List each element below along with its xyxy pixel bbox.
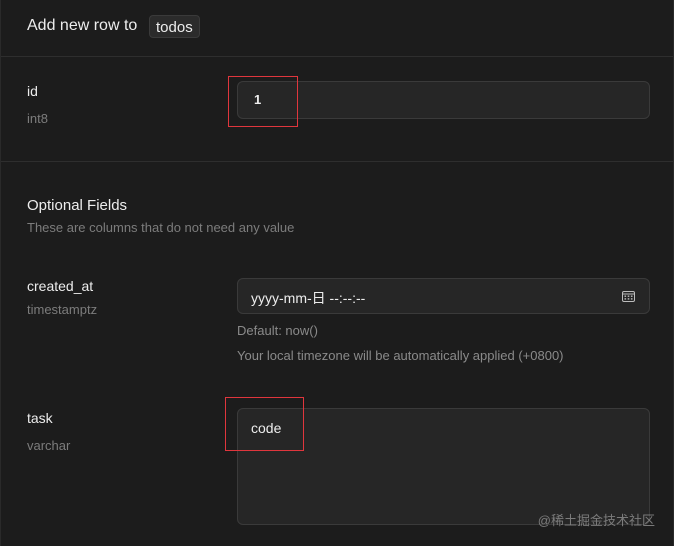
optional-fields-description: These are columns that do not need any v… <box>27 220 295 235</box>
field-label-task: task <box>27 410 53 426</box>
optional-fields-title: Optional Fields <box>27 197 128 214</box>
field-label-id: id <box>27 83 38 99</box>
panel-header: Add new row to todos <box>1 0 673 57</box>
field-label-created-at: created_at <box>27 278 94 294</box>
id-input[interactable]: 1 <box>237 81 650 119</box>
calendar-icon[interactable] <box>622 290 635 302</box>
panel-title: Add new row to <box>27 17 138 34</box>
add-row-panel: Add new row to todos id int8 1 Optional … <box>0 0 674 546</box>
field-type-created-at: timestamptz <box>27 302 98 317</box>
field-type-id: int8 <box>27 111 48 126</box>
created-at-datetime-input[interactable]: yyyy-mm-日 --:--:-- <box>237 278 650 314</box>
field-type-task: varchar <box>27 438 71 453</box>
task-input-value: code <box>251 420 282 436</box>
id-input-value: 1 <box>254 92 262 107</box>
table-name-badge: todos <box>149 15 200 38</box>
created-at-timezone-hint: Your local timezone will be automaticall… <box>237 348 564 363</box>
created-at-default-hint: Default: now() <box>237 323 318 338</box>
created-at-input-value: yyyy-mm-日 --:--:-- <box>251 290 366 306</box>
watermark-text: @稀土掘金技术社区 <box>537 513 655 528</box>
task-textarea[interactable]: code <box>237 408 650 525</box>
section-divider <box>1 161 673 162</box>
